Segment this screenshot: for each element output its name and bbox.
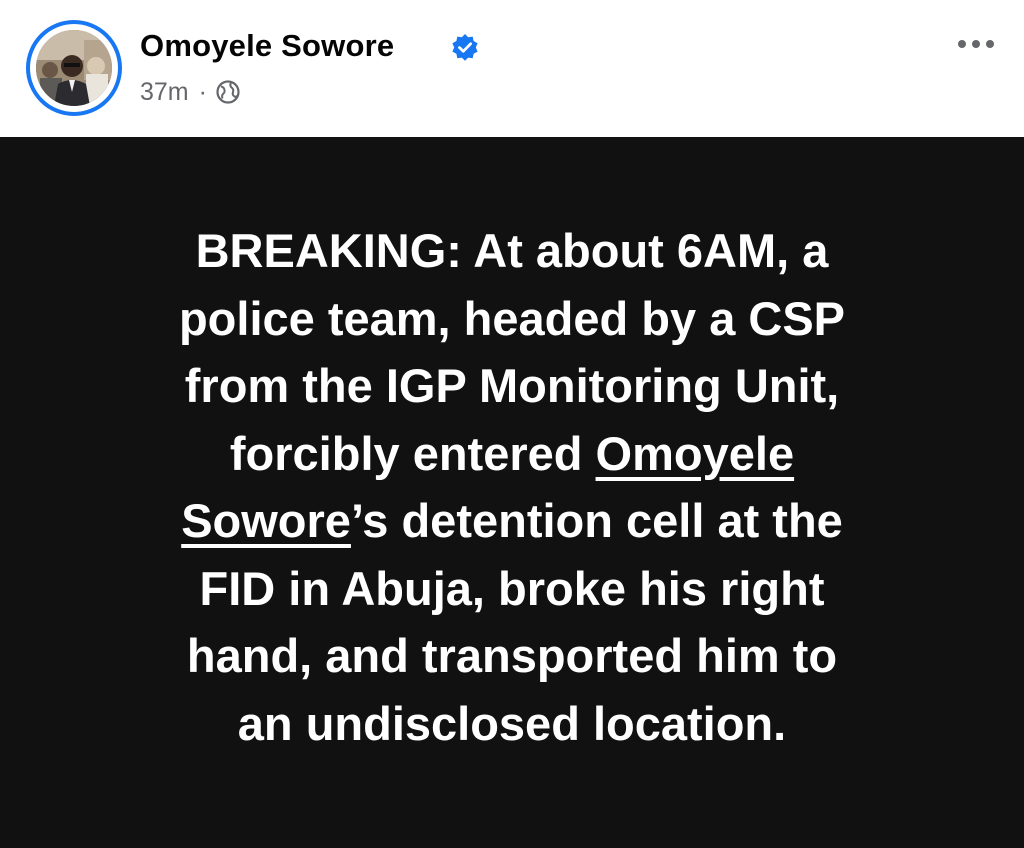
post-text-segment: ’s detention cell at the <box>350 494 843 547</box>
mention-link-first-name[interactable]: Omoyele <box>596 427 795 480</box>
avatar[interactable] <box>26 20 122 116</box>
post-text-line: Sowore’s detention cell at the <box>40 487 984 555</box>
post-text-line: hand, and transported him to <box>186 629 838 682</box>
more-options-button[interactable] <box>954 28 998 60</box>
post-timestamp[interactable]: 37m <box>140 78 189 107</box>
globe-icon[interactable] <box>215 79 241 105</box>
profile-photo-image <box>36 30 112 106</box>
post-text-line: FID in Abuja, broke his right <box>199 561 825 615</box>
post-text-segment: forcibly entered <box>229 426 596 480</box>
post-text: BREAKING: At about 6AM, a police team, h… <box>40 217 984 757</box>
post-header: Omoyele Sowore 37m · <box>0 0 1024 137</box>
profile-photo <box>36 30 112 106</box>
post-text-line: from the IGP Monitoring Unit, <box>184 359 840 412</box>
post-text-background: BREAKING: At about 6AM, a police team, h… <box>0 137 1024 848</box>
mention-link-last-name[interactable]: Sowore <box>181 494 351 547</box>
meta-separator: · <box>198 77 207 106</box>
author-name[interactable]: Omoyele Sowore <box>140 26 394 66</box>
post-text-line: BREAKING: At about 6AM, a <box>195 224 829 277</box>
post-text-line: an undisclosed location. <box>237 696 787 750</box>
more-horizontal-icon <box>958 40 994 48</box>
post-text-line: police team, headed by a CSP <box>178 291 846 345</box>
post-text-line: forcibly entered Omoyele <box>40 420 984 488</box>
post-meta: 37m · <box>140 76 241 108</box>
facebook-post: Omoyele Sowore 37m · BREAKING: At about … <box>0 0 1024 848</box>
verified-badge-icon <box>452 34 478 61</box>
